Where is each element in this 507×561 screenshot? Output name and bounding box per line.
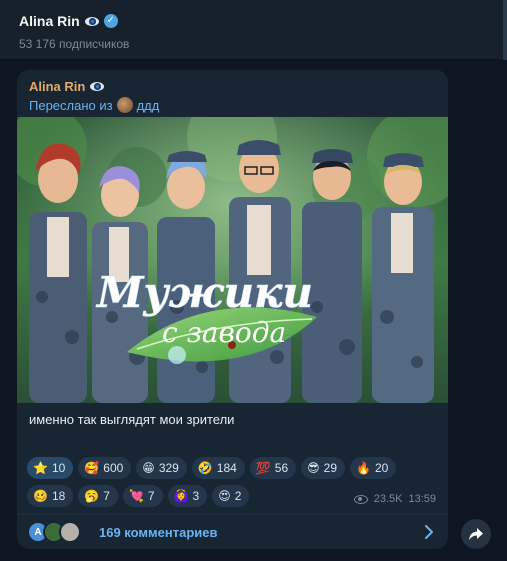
reaction-count: 7 [147,489,155,503]
channel-title[interactable]: Alina Rin ✓ [19,13,118,29]
sunglasses-face-icon: 😎 [307,461,320,475]
hundred-points-icon: 💯 [255,461,271,475]
rofl-icon: 🤣 [197,461,213,475]
post-author-name: Alina Rin [29,79,86,94]
header-scrollbar [503,0,507,60]
reaction-count: 7 [103,489,110,503]
share-arrow-icon [469,528,483,540]
comments-count-label: 169 комментариев [99,524,218,540]
views-eye-icon [353,494,368,504]
post-image[interactable]: Мужики с завода [17,117,448,403]
reaction-count: 600 [103,461,124,475]
image-title-line2: с завода [162,316,286,349]
reaction-chip[interactable]: 🥱 7 [78,485,118,507]
star-icon: ⭐ [33,461,48,475]
reaction-chip[interactable]: ⭐ 10 [27,457,74,479]
reaction-chip[interactable]: 💘 7 [122,485,163,507]
reaction-count: 2 [234,489,242,503]
channel-name: Alina Rin [19,13,80,29]
reaction-chip[interactable]: 🤣 184 [191,457,245,479]
verified-badge-icon: ✓ [103,14,118,28]
reaction-count: 20 [374,461,389,475]
reaction-chip[interactable]: 🥴 18 [27,485,74,507]
forwarded-source-name: ддд [136,97,160,113]
fire-icon: 🔥 [356,461,371,475]
channel-header[interactable]: Alina Rin ✓ 53 176 подписчиков [0,0,507,60]
reaction-chip[interactable]: 🥰 600 [78,457,132,479]
forwarded-prefix: Переслано из [29,97,113,113]
subscriber-count: 53 176 подписчиков [19,37,130,51]
share-button[interactable] [461,519,491,549]
reaction-count: 184 [216,461,237,475]
reaction-chip[interactable]: 😎 29 [301,457,346,479]
post-caption: именно так выглядят мои зрители [29,412,235,427]
smiling-face-hearts-icon: 🥰 [84,461,100,475]
reaction-chip[interactable]: 🙆‍♀️ 3 [167,485,208,507]
views-count: 23.5K [373,493,403,505]
forwarded-source-avatar [116,97,133,113]
reaction-count: 18 [51,489,66,503]
grinning-face-icon: 😁 [142,461,155,475]
eye-emoji-icon [90,82,105,91]
reaction-chip[interactable]: 😁 329 [136,457,187,479]
message-bubble[interactable]: Alina Rin Переслано из ддд Мужики с заво… [17,70,448,549]
reaction-chip[interactable]: 🔥 20 [350,457,397,479]
image-title-line1: Мужики [95,268,313,317]
reaction-chip[interactable]: 😍 2 [212,485,250,507]
commenter-avatar [59,521,81,543]
chevron-right-icon [425,525,433,539]
woozy-face-icon: 🥴 [33,489,48,503]
reaction-count: 29 [323,461,338,475]
reaction-chip[interactable]: 💯 56 [249,457,297,479]
reaction-count: 56 [274,461,289,475]
person-gesturing-ok-icon: 🙆‍♀️ [173,489,189,503]
comments-button[interactable]: A 169 комментариев [17,514,448,549]
heart-arrow-icon: 💘 [128,489,144,503]
forwarded-from[interactable]: Переслано из ддд [29,97,159,113]
reaction-count: 329 [158,461,179,475]
eye-emoji-icon [84,16,99,26]
heart-eyes-icon: 😍 [218,489,231,503]
post-image-illustration: Мужики с завода [17,117,448,403]
post-author[interactable]: Alina Rin [29,79,105,94]
reaction-count: 10 [51,461,66,475]
post-meta: 23.5K 13:59 [353,493,436,505]
yawning-face-icon: 🥱 [84,489,100,503]
reaction-count: 3 [192,489,200,503]
commenter-avatars: A [27,520,93,544]
post-time: 13:59 [408,493,436,505]
